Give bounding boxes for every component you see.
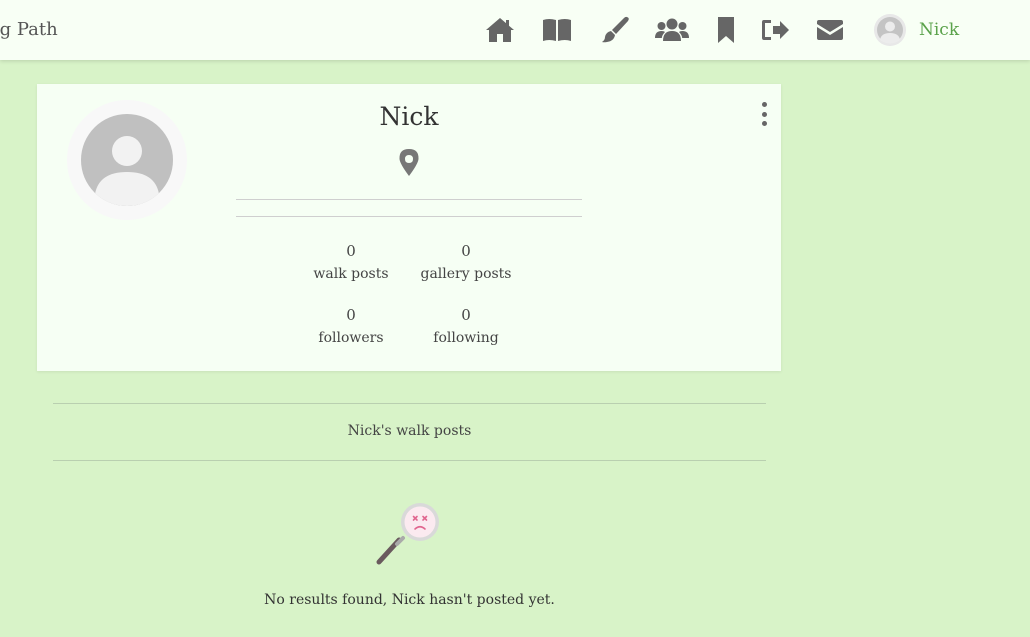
stat-label: walk posts (313, 266, 389, 282)
stat-walk-posts[interactable]: 0 walk posts (291, 242, 411, 282)
sign-out-icon[interactable] (761, 16, 791, 44)
nav-username[interactable]: Nick (919, 20, 959, 40)
brand-title[interactable]: ng Path (0, 19, 58, 40)
stat-count: 0 (346, 242, 356, 260)
stat-followers[interactable]: 0 followers (291, 306, 411, 346)
user-menu[interactable]: Nick (874, 14, 959, 46)
divider (236, 199, 582, 200)
divider (53, 403, 766, 404)
stat-label: gallery posts (420, 266, 512, 282)
profile-avatar (67, 100, 187, 220)
no-results-magnifier-icon (375, 500, 445, 566)
stat-label: following (433, 330, 499, 346)
envelope-icon[interactable] (815, 16, 845, 44)
map-marker-icon[interactable] (398, 148, 420, 178)
section-title: Nick's walk posts (347, 423, 472, 439)
users-icon[interactable] (655, 16, 689, 44)
stat-label: followers (318, 330, 384, 346)
stat-gallery-posts[interactable]: 0 gallery posts (406, 242, 526, 282)
profile-name: Nick (379, 102, 439, 131)
brush-icon[interactable] (601, 16, 631, 44)
divider (236, 216, 582, 217)
avatar-placeholder-icon (81, 114, 173, 206)
empty-message: No results found, Nick hasn't posted yet… (264, 592, 555, 608)
stat-count: 0 (461, 242, 471, 260)
stat-count: 0 (461, 306, 471, 324)
divider (53, 460, 766, 461)
avatar (874, 14, 906, 46)
stat-count: 0 (346, 306, 356, 324)
navbar: ng Path Nick (0, 0, 1030, 60)
bookmark-icon[interactable] (711, 16, 741, 44)
book-icon[interactable] (542, 16, 572, 44)
profile-card: Nick 0 walk posts 0 gallery posts 0 foll… (37, 84, 781, 371)
home-icon[interactable] (485, 16, 515, 44)
stat-following[interactable]: 0 following (406, 306, 526, 346)
more-options-icon[interactable] (757, 102, 771, 126)
